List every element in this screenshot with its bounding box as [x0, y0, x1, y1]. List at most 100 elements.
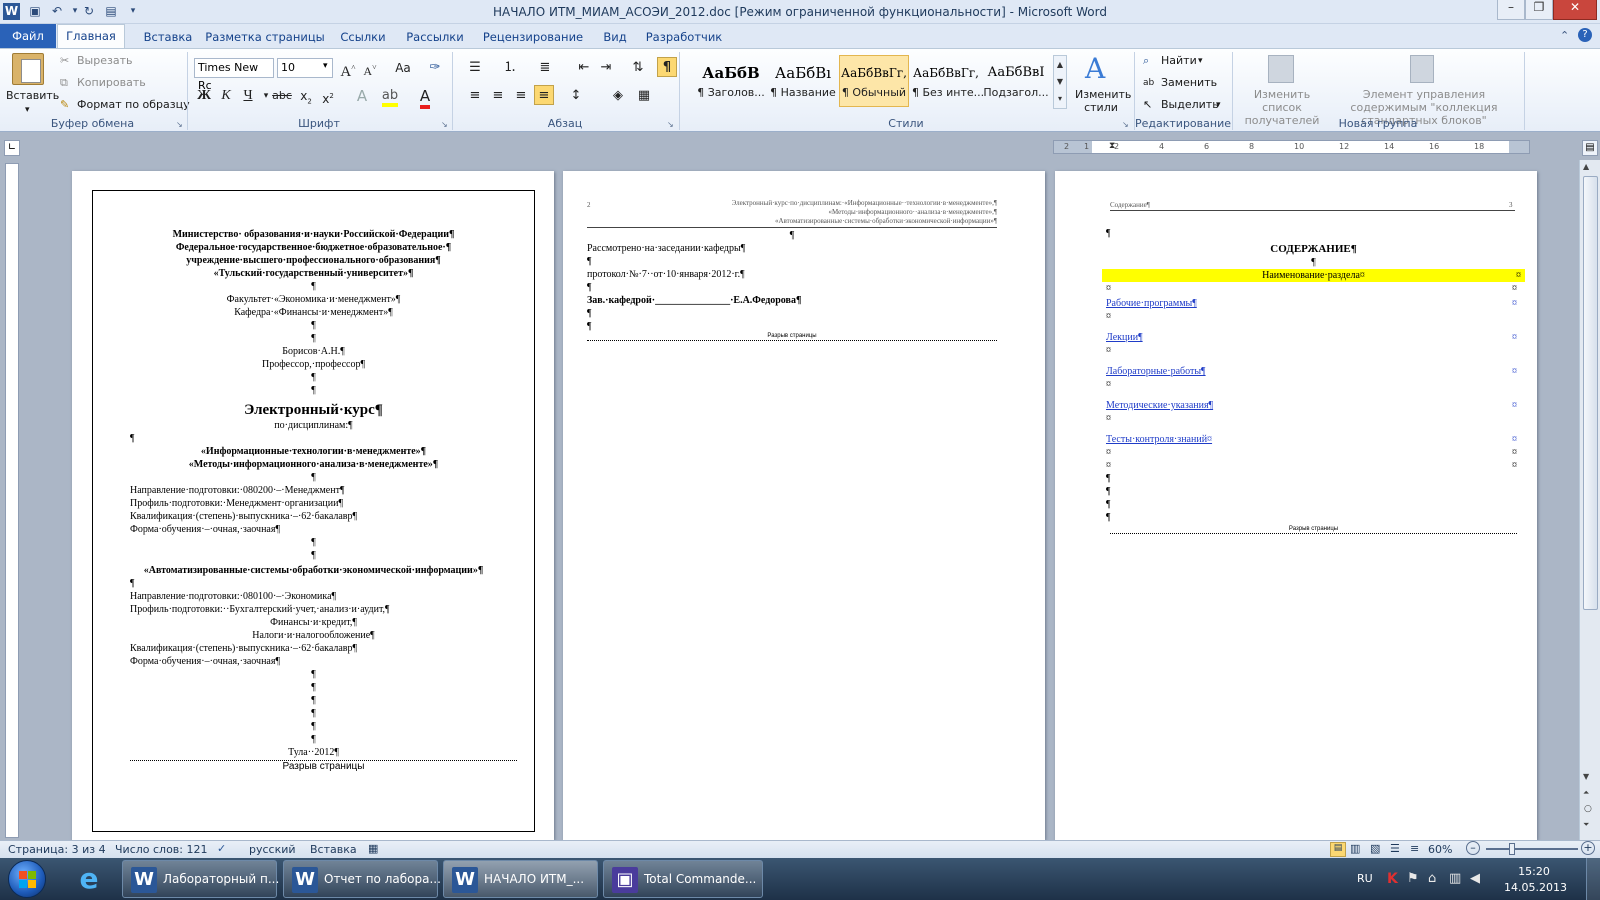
grow-font-icon[interactable]: A˄	[338, 58, 358, 80]
browse-object-icon[interactable]: ○	[1584, 804, 1592, 814]
draft-view-icon[interactable]: ≡	[1410, 842, 1419, 855]
scroll-down-icon[interactable]: ▼	[1583, 772, 1589, 781]
insert-mode-status[interactable]: Вставка	[310, 843, 357, 856]
cut-icon[interactable]: ✂	[60, 53, 69, 69]
clock-date[interactable]: 14.05.2013	[1504, 881, 1567, 894]
paragraph-launcher-icon[interactable]: ↘	[667, 120, 674, 129]
zoom-slider[interactable]	[1486, 848, 1578, 850]
paste-button[interactable]: Вставить	[6, 88, 59, 104]
tab-page-layout[interactable]: Разметка страницы	[205, 27, 325, 48]
qat-customize-icon[interactable]: ▾	[124, 3, 142, 20]
highlight-icon[interactable]: ab	[380, 86, 400, 107]
minimize-ribbon-icon[interactable]: ⌃	[1560, 29, 1569, 42]
text-effects-icon[interactable]: A	[352, 86, 372, 106]
find-dropdown-icon[interactable]: ▾	[1198, 53, 1203, 69]
select-button[interactable]: Выделить	[1161, 97, 1219, 113]
restore-button[interactable]: ❐	[1525, 0, 1553, 20]
find-icon[interactable]: ⌕	[1143, 53, 1149, 69]
show-marks-button[interactable]: ¶	[657, 57, 677, 77]
taskbar-item[interactable]: W Отчет по лабора...	[283, 860, 441, 898]
clipboard-launcher-icon[interactable]: ↘	[176, 120, 183, 129]
start-button[interactable]	[8, 860, 46, 898]
select-icon[interactable]: ↖	[1143, 97, 1152, 113]
copy-icon[interactable]: ⧉	[60, 75, 68, 91]
change-case-icon[interactable]: Aa	[393, 58, 413, 78]
style-heading[interactable]: АаБбВ ¶ Заголов...	[696, 55, 766, 107]
numbering-icon[interactable]: ⒈	[500, 58, 520, 78]
next-page-icon[interactable]: ⏷	[1583, 820, 1589, 830]
format-painter-icon[interactable]: ✎	[60, 97, 69, 113]
align-right-icon[interactable]: ≡	[511, 86, 531, 106]
close-button[interactable]: ✕	[1553, 0, 1597, 20]
help-icon[interactable]: ?	[1578, 28, 1592, 42]
justify-button[interactable]: ≡	[534, 85, 554, 105]
copy-button[interactable]: Копировать	[77, 75, 146, 91]
kaspersky-icon[interactable]: K	[1387, 871, 1398, 887]
increase-indent-icon[interactable]: ⇥	[596, 58, 616, 78]
tab-developer[interactable]: Разработчик	[643, 27, 725, 48]
styles-launcher-icon[interactable]: ↘	[1122, 120, 1129, 129]
scroll-up-icon[interactable]: ▲	[1583, 162, 1589, 171]
print-preview-icon[interactable]: ▤	[102, 3, 120, 20]
zoom-slider-thumb[interactable]	[1509, 843, 1515, 855]
shading-icon[interactable]: ◈	[608, 86, 628, 106]
clock-time[interactable]: 15:20	[1504, 865, 1564, 878]
undo-icon[interactable]: ↶	[48, 3, 66, 20]
align-left-icon[interactable]: ≡	[465, 86, 485, 106]
full-screen-reading-icon[interactable]: ▥	[1350, 842, 1360, 855]
tab-view[interactable]: Вид	[597, 27, 633, 48]
multilevel-list-icon[interactable]: ≣	[535, 58, 555, 78]
underline-button[interactable]: Ч	[238, 86, 258, 106]
select-dropdown-icon[interactable]: ▾	[1216, 97, 1221, 113]
subscript-icon[interactable]: x2	[296, 86, 316, 106]
shrink-font-icon[interactable]: A˅	[360, 58, 380, 78]
show-desktop-button[interactable]	[1586, 858, 1600, 900]
redo-icon[interactable]: ↻	[80, 3, 98, 20]
change-styles-icon[interactable]: A	[1085, 52, 1105, 85]
tab-home[interactable]: Главная	[57, 24, 125, 49]
align-center-icon[interactable]: ≡	[488, 86, 508, 106]
style-normal[interactable]: АаБбВвГг, ¶ Обычный	[839, 55, 909, 107]
view-ruler-icon[interactable]: ▤	[1582, 140, 1598, 156]
print-layout-view-icon[interactable]: ▤	[1330, 842, 1346, 857]
usb-device-icon[interactable]: ⌂	[1428, 871, 1436, 886]
style-title[interactable]: АаБбВı ¶ Название	[768, 55, 838, 107]
tab-review[interactable]: Рецензирование	[478, 27, 588, 48]
bullets-icon[interactable]: ☰	[465, 58, 485, 78]
zoom-level[interactable]: 60%	[1428, 843, 1452, 856]
clear-formatting-icon[interactable]: ✑	[425, 58, 445, 78]
bold-button[interactable]: Ж	[194, 86, 214, 106]
italic-button[interactable]: К	[216, 86, 236, 106]
input-language[interactable]: RU	[1357, 872, 1373, 885]
paste-dropdown-icon[interactable]: ▾	[25, 102, 30, 118]
borders-icon[interactable]: ▦	[634, 86, 654, 106]
font-color-icon[interactable]: A	[415, 86, 435, 109]
strikethrough-icon[interactable]: abc	[272, 86, 292, 106]
previous-page-icon[interactable]: ⏶	[1583, 788, 1589, 798]
paste-icon[interactable]	[12, 53, 44, 85]
font-launcher-icon[interactable]: ↘	[441, 120, 448, 129]
taskbar-item[interactable]: W Лабораторный п...	[122, 860, 279, 898]
replace-button[interactable]: Заменить	[1161, 75, 1217, 91]
indent-marker[interactable]: ⧗	[1109, 141, 1115, 151]
horizontal-ruler[interactable]: 2 1 2 4 6 8 10 12 14 16 18 ⧗	[1053, 140, 1530, 154]
tab-file[interactable]: Файл	[0, 24, 56, 48]
zoom-out-icon[interactable]: –	[1466, 841, 1480, 855]
format-painter-button[interactable]: Формат по образцу	[77, 97, 190, 113]
replace-icon[interactable]: ab	[1143, 75, 1154, 91]
styles-scroll-icon[interactable]: ▲ ▼ ▾	[1053, 55, 1067, 109]
volume-icon[interactable]: ◀	[1470, 871, 1480, 886]
word-count-status[interactable]: Число слов: 121	[115, 843, 208, 856]
tab-references[interactable]: Ссылки	[335, 27, 391, 48]
minimize-button[interactable]: –	[1497, 0, 1525, 20]
line-spacing-icon[interactable]: ↕	[566, 86, 586, 106]
outline-view-icon[interactable]: ☰	[1390, 842, 1400, 855]
network-icon[interactable]: ▥	[1449, 871, 1461, 886]
font-size-dropdown-icon[interactable]: ▾	[323, 61, 328, 71]
tab-insert[interactable]: Вставка	[140, 27, 196, 48]
word-app-icon[interactable]: W	[3, 3, 20, 20]
decrease-indent-icon[interactable]: ⇤	[574, 58, 594, 78]
change-styles-button[interactable]: Изменить стили	[1075, 88, 1131, 114]
taskbar-item[interactable]: ▣ Total Commande...	[603, 860, 763, 898]
security-tray-icon[interactable]: ⚑	[1407, 871, 1419, 886]
